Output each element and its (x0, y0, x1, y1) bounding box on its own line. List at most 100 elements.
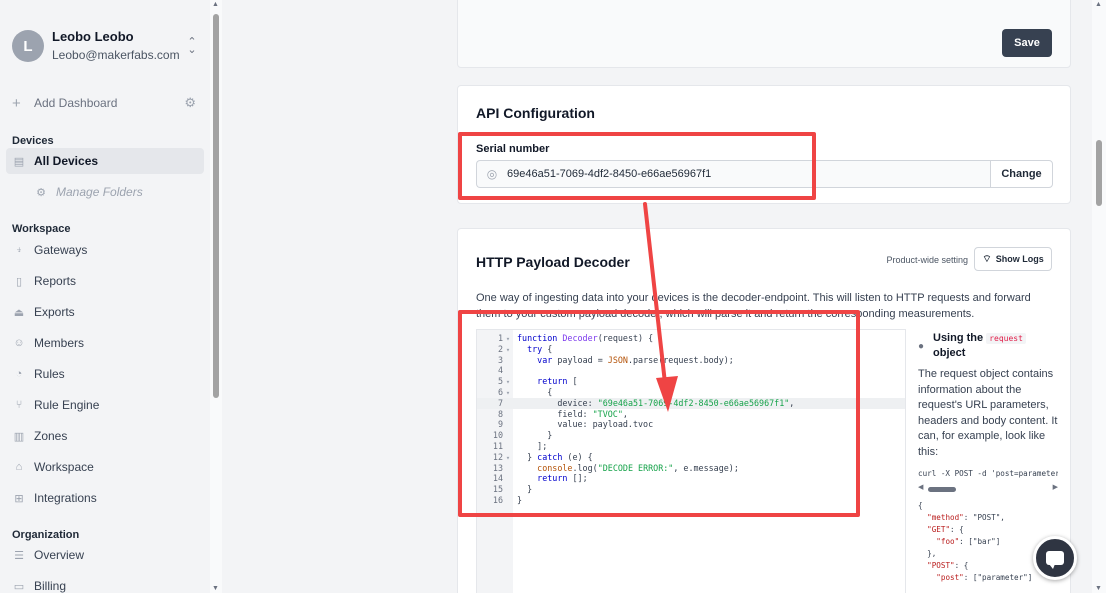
change-button[interactable]: Change (990, 160, 1053, 188)
card-icon: ▭ (13, 580, 25, 593)
sidebar-item-label: Exports (34, 305, 75, 319)
code-line: 5 ▾ return [ (497, 376, 578, 387)
code-line: 6 ▾ { (497, 387, 553, 397)
section-title-workspace: Workspace (12, 223, 71, 235)
code-line: 1 ▾ function Decoder(request) { (497, 333, 654, 343)
user-name: Leobo Leobo (52, 29, 134, 44)
scroll-up-icon[interactable]: ▲ (212, 1, 219, 8)
scrollbar-thumb[interactable] (213, 14, 219, 398)
scrollbar-thumb[interactable] (928, 487, 956, 492)
doc-heading-code: request (986, 333, 1026, 344)
list-icon: ☰ (14, 549, 24, 562)
api-configuration-title: API Configuration (476, 105, 595, 121)
sidebar-item-label: Gateways (34, 243, 88, 257)
doc-heading-prefix: Using the (933, 332, 984, 344)
sidebar-item-label: Rules (34, 367, 65, 381)
code-line: 11 ]; (492, 441, 548, 451)
sidebar-scrollbar[interactable]: ▲ ▼ (210, 0, 222, 593)
scroll-right-icon[interactable]: ▶ (1053, 483, 1058, 491)
fingerprint-icon: ◎ (486, 167, 498, 181)
code-line: 15 } (492, 484, 533, 495)
avatar: L (12, 30, 44, 62)
sidebar-item-all-devices[interactable]: ▤ All Devices (6, 148, 204, 174)
file-icon: ▯ (15, 275, 23, 288)
devices-icon: ▤ (13, 155, 25, 168)
sidebar-item-exports[interactable]: ⏏ Exports (6, 299, 204, 325)
plus-icon: + (12, 94, 21, 112)
add-dashboard-label: Add Dashboard (34, 96, 118, 110)
sidebar-item-zones[interactable]: ▥ Zones (6, 423, 204, 449)
http-payload-decoder-card: HTTP Payload Decoder Product-wide settin… (457, 228, 1071, 593)
code-line: 10 } (492, 430, 553, 441)
gear-icon[interactable]: ⚙ (184, 95, 196, 111)
sidebar-item-billing[interactable]: ▭ Billing (6, 573, 204, 593)
show-logs-button[interactable]: ⌔ Show Logs (974, 247, 1052, 271)
sidebar-item-manage-folders[interactable]: ⚙ Manage Folders (6, 179, 204, 205)
settings-card: Save (457, 0, 1071, 68)
sidebar-item-label: Overview (34, 548, 85, 562)
doc-body: The request object contains information … (918, 368, 1058, 458)
sidebar-item-label: Members (34, 336, 85, 350)
wifi-icon: ⌔ (982, 253, 992, 265)
sidebar-item-rule-engine[interactable]: ⑂ Rule Engine (6, 392, 204, 418)
code-line: 12 ▾ } catch (e) { (492, 451, 593, 462)
sidebar-item-integrations[interactable]: ⊞ Integrations (6, 485, 204, 511)
doc-heading-suffix: object (933, 347, 966, 359)
scroll-down-icon[interactable]: ▼ (212, 585, 219, 592)
scroll-down-icon[interactable]: ▼ (1095, 585, 1102, 592)
antenna-icon: ⍖ (15, 243, 23, 256)
sidebar-item-rules[interactable]: ◔ Rules (6, 361, 204, 387)
sidebar-item-workspace[interactable]: ⌂ Workspace (6, 454, 204, 480)
api-configuration-card: API Configuration Serial number ◎ 69e46a… (457, 85, 1071, 204)
code-line: 16} (492, 495, 523, 505)
upload-icon: ⏏ (13, 306, 25, 319)
sidebar-item-label: Zones (34, 429, 68, 443)
code-line: 9 value: payload.tvoc (497, 419, 654, 430)
decoder-title: HTTP Payload Decoder (476, 254, 630, 270)
decoder-description: One way of ingesting data into your devi… (476, 292, 1031, 320)
users-icon: ☺ (13, 337, 25, 349)
main-content: Save API Configuration Serial number ◎ 6… (222, 0, 1092, 593)
serial-number-field[interactable]: ◎ 69e46a51-7069-4df2-8450-e66ae56967f1 (476, 160, 990, 188)
main-scrollbar[interactable]: ▲ ▼ (1092, 0, 1106, 593)
gear-icon: ⚙ (36, 186, 46, 199)
save-button[interactable]: Save (1002, 29, 1052, 57)
code-line: 3 var payload = JSON.parse(request.body)… (497, 354, 734, 365)
sidebar-item-gateways[interactable]: ⍖ Gateways (6, 237, 204, 263)
user-switcher[interactable]: L Leobo Leobo Leobo@makerfabs.com ⌃ ⌄ (12, 28, 200, 64)
code-line: 13 console.log("DECODE ERROR:", e.messag… (492, 462, 739, 473)
section-title-organization: Organization (12, 529, 80, 541)
sidebar-item-overview[interactable]: ☰ Overview (6, 542, 204, 568)
user-email: Leobo@makerfabs.com (52, 48, 180, 62)
plus-square-icon: ⊞ (14, 492, 24, 505)
code-line: 8 field: "TVOC", (497, 408, 628, 419)
scroll-left-icon[interactable]: ◀ (918, 483, 923, 491)
add-dashboard-button[interactable]: + Add Dashboard ⚙ (12, 94, 196, 112)
user-info: Leobo Leobo Leobo@makerfabs.com (52, 29, 184, 63)
sidebar-item-label: Rule Engine (34, 398, 100, 412)
doc-heading: ● Using the request object (918, 331, 1058, 361)
chat-icon (1046, 551, 1064, 569)
sidebar-item-label: All Devices (34, 154, 99, 168)
scrollbar-thumb[interactable] (1096, 140, 1102, 206)
sidebar-item-reports[interactable]: ▯ Reports (6, 268, 204, 294)
show-logs-label: Show Logs (995, 254, 1044, 264)
code-line: 14 return []; (492, 473, 588, 484)
code-line: 7 device: "69e46a51-7069-4df2-8450-e66ae… (477, 397, 905, 409)
sidebar-item-members[interactable]: ☺ Members (6, 330, 204, 356)
serial-number-label: Serial number (476, 143, 550, 155)
sidebar-item-label: Billing (34, 579, 67, 593)
product-wide-setting-label: Product-wide setting (886, 255, 968, 265)
scroll-up-icon[interactable]: ▲ (1095, 1, 1102, 8)
section-title-devices: Devices (12, 135, 54, 147)
info-icon: ● (918, 341, 925, 352)
chat-button[interactable] (1033, 536, 1077, 580)
sidebar-item-label: Reports (34, 274, 77, 288)
sidebar-item-label: Manage Folders (56, 185, 143, 199)
code-line: 4 (497, 365, 503, 376)
sidebar-item-label: Workspace (34, 460, 94, 474)
code-editor[interactable]: 1 ▾ function Decoder(request) {2 ▾ try {3 v… (476, 329, 906, 593)
doc-horizontal-scrollbar[interactable]: ◀ ▶ (918, 484, 1058, 494)
home-icon: ⌂ (15, 461, 23, 473)
chevron-up-down-icon: ⌃ ⌄ (187, 36, 197, 56)
